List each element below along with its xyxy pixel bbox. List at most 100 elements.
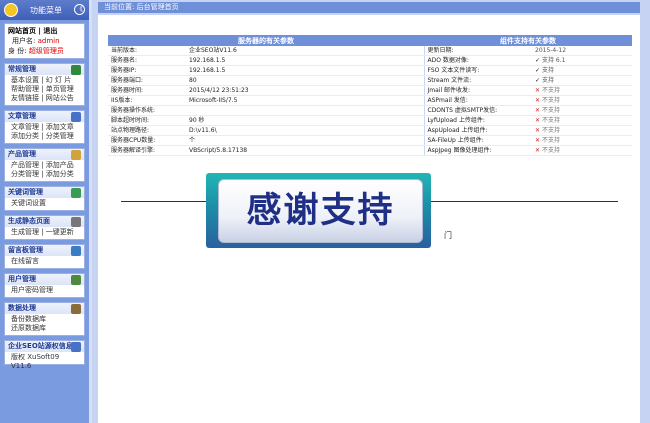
server-param-value: 192.168.1.5: [186, 65, 425, 76]
home-logo-icon: [4, 3, 18, 17]
component-status-text: 不支持: [541, 117, 560, 124]
keyword-icon: [71, 188, 81, 198]
server-param-label: 站点物理路径:: [108, 125, 186, 136]
server-param-value: 企业SEO站V11.6: [186, 46, 425, 56]
component-status-text: 不支持: [541, 107, 560, 114]
home-logout-links[interactable]: 网站首页 | 退出: [8, 27, 57, 35]
component-status-text: 2015-4-12: [535, 47, 567, 54]
component-status: ✕ 不支持: [532, 95, 632, 106]
username-label: 用户名:: [12, 37, 36, 45]
server-param-value: D:\v11.6\: [186, 125, 425, 136]
menu-item[interactable]: 产品管理 | 添加产品: [11, 161, 78, 170]
component-status: 2015-4-12: [532, 46, 632, 56]
server-param-label: 服务器操作系统:: [108, 105, 186, 116]
menu-item[interactable]: 备份数据库: [11, 315, 78, 324]
server-param-value: 192.168.1.5: [186, 55, 425, 66]
component-label: Stream 文件流:: [424, 75, 532, 86]
server-param-label: 服务器CPU数量:: [108, 135, 186, 146]
menu-group: 企业SEO站源权信息 版权 XuSoft09 V11.6: [4, 340, 85, 370]
table-row: 服务器时间: 2015/4/12 23:51:23 Jmail 邮件收发: ✕ 不支持: [108, 85, 632, 96]
menu-item[interactable]: 用户密码管理: [11, 286, 78, 295]
server-param-value: 80: [186, 75, 425, 86]
component-label: LyfUpload 上传组件:: [424, 115, 532, 126]
server-param-label: 脚本超时时间:: [108, 115, 186, 126]
tools-icon: [71, 217, 81, 227]
server-param-value: VBScript/5.8.17138: [186, 145, 425, 156]
check-icon: ✓: [535, 57, 541, 64]
collapse-icon[interactable]: 《: [74, 4, 85, 15]
cross-icon: ✕: [535, 147, 541, 154]
component-label: Jmail 邮件收发:: [424, 85, 532, 96]
menu-item[interactable]: 帮助管理 | 单页管理: [11, 85, 78, 94]
user-box: 网站首页 | 退出 用户名: admin 身 份: 超级管理员: [4, 23, 85, 59]
server-param-value: Microsoft-IIS/7.5: [186, 95, 425, 106]
menu-item[interactable]: 生成管理 | 一键更新: [11, 228, 78, 237]
table-row: 站点物理路径: D:\v11.6\ AspUpload 上传组件: ✕ 不支持: [108, 125, 632, 136]
component-status-text: 不支持: [541, 147, 560, 154]
sidebar: 功能菜单 《 网站首页 | 退出 用户名: admin 身 份: 超级管理员 常…: [0, 0, 89, 423]
table-row: 服务器操作系统: CDONTS 虚拟SMTP发信: ✕ 不支持: [108, 105, 632, 116]
component-status-text: 不支持: [541, 97, 560, 104]
server-param-value: 2015/4/12 23:51:23: [186, 85, 425, 96]
menu-item[interactable]: 在线留言: [11, 257, 78, 266]
component-label: 更新日期:: [424, 46, 532, 56]
menu-group: 关键词管理 关键词设置: [4, 186, 85, 211]
document-icon: [71, 112, 81, 122]
server-param-value: [186, 105, 425, 116]
menu-item[interactable]: 添加分类 | 分类管理: [11, 132, 78, 141]
menu-group: 产品管理 产品管理 | 添加产品 分类管理 | 添加分类: [4, 148, 85, 182]
menu-item[interactable]: 友情链接 | 网站公告: [11, 94, 78, 103]
main-area: 当前位置: 后台管理首页 服务器的有关参数 组件支持有关参数 当前版本: 企业SE…: [92, 0, 650, 423]
component-status-text: 不支持: [541, 127, 560, 134]
component-label: ADO 数据对像:: [424, 55, 532, 66]
table-row: 服务器解译引擎: VBScript/5.8.17138 AspJpeg 图像处理组件…: [108, 145, 632, 156]
database-icon: [71, 304, 81, 314]
cross-icon: ✕: [535, 127, 541, 134]
component-status: ✓ 支持: [532, 65, 632, 76]
component-status-text: 支持: [541, 67, 554, 74]
menu-item[interactable]: 文章管理 | 添加文章: [11, 123, 78, 132]
table-row: 脚本超时时间: 90 秒 LyfUpload 上传组件: ✕ 不支持: [108, 115, 632, 126]
username-value: admin: [37, 37, 60, 45]
check-icon: ✓: [535, 67, 541, 74]
footer-text-fragment: 门: [444, 231, 452, 240]
menu-item[interactable]: 分类管理 | 添加分类: [11, 170, 78, 179]
role-label: 身 份:: [8, 47, 27, 55]
server-param-label: 服务器解译引擎:: [108, 145, 186, 156]
info-icon: [71, 342, 81, 352]
table-row: IIS版本: Microsoft-IIS/7.5 ASPmail 发信: ✕ 不支持: [108, 95, 632, 106]
server-param-label: 当前版本:: [108, 46, 186, 56]
role-value: 超级管理员: [28, 47, 64, 55]
component-status-text: 支持: [541, 77, 554, 84]
component-status: ✕ 不支持: [532, 85, 632, 96]
component-params-header: 组件支持有关参数: [424, 35, 632, 46]
sidebar-header: 功能菜单 《: [0, 0, 89, 20]
table-row: 服务器IP: 192.168.1.5 FSO 文本文件读写: ✓ 支持: [108, 65, 632, 76]
menu-group: 生成静态页面 生成管理 | 一键更新: [4, 215, 85, 240]
server-info-table: 服务器的有关参数 组件支持有关参数 当前版本: 企业SEO站V11.6 更新日期: 2…: [108, 35, 632, 156]
table-row: 服务器CPU数量: 个 SA-FileUp 上传组件: ✕ 不支持: [108, 135, 632, 146]
cross-icon: ✕: [535, 97, 541, 104]
menu-item[interactable]: 基本设置 | 幻 灯 片: [11, 76, 78, 85]
server-param-label: IIS版本:: [108, 95, 186, 106]
component-status: ✕ 不支持: [532, 115, 632, 126]
server-param-label: 服务器时间:: [108, 85, 186, 96]
component-label: CDONTS 虚拟SMTP发信:: [424, 105, 532, 116]
check-icon: ✓: [535, 77, 541, 84]
component-status: ✓ 支持: [532, 75, 632, 86]
menu-group: 留言板管理 在线留言: [4, 244, 85, 269]
banner-text: 感谢支持: [246, 191, 395, 231]
component-label: AspUpload 上传组件:: [424, 125, 532, 136]
menu-group: 数据处理 备份数据库 还原数据库: [4, 302, 85, 336]
component-status: ✕ 不支持: [532, 125, 632, 136]
menu-item[interactable]: 关键词设置: [11, 199, 78, 208]
table-row: 服务器端口: 80 Stream 文件流: ✓ 支持: [108, 75, 632, 86]
cross-icon: ✕: [535, 87, 541, 94]
breadcrumb: 当前位置: 后台管理首页: [98, 2, 640, 13]
component-status: ✓ 支持 6.1: [532, 55, 632, 66]
menu-item[interactable]: 还原数据库: [11, 324, 78, 333]
menu-item[interactable]: 版权 XuSoft09 V11.6: [11, 353, 78, 370]
component-label: SA-FileUp 上传组件:: [424, 135, 532, 146]
search-icon: [71, 246, 81, 256]
server-param-value: 90 秒: [186, 115, 425, 126]
